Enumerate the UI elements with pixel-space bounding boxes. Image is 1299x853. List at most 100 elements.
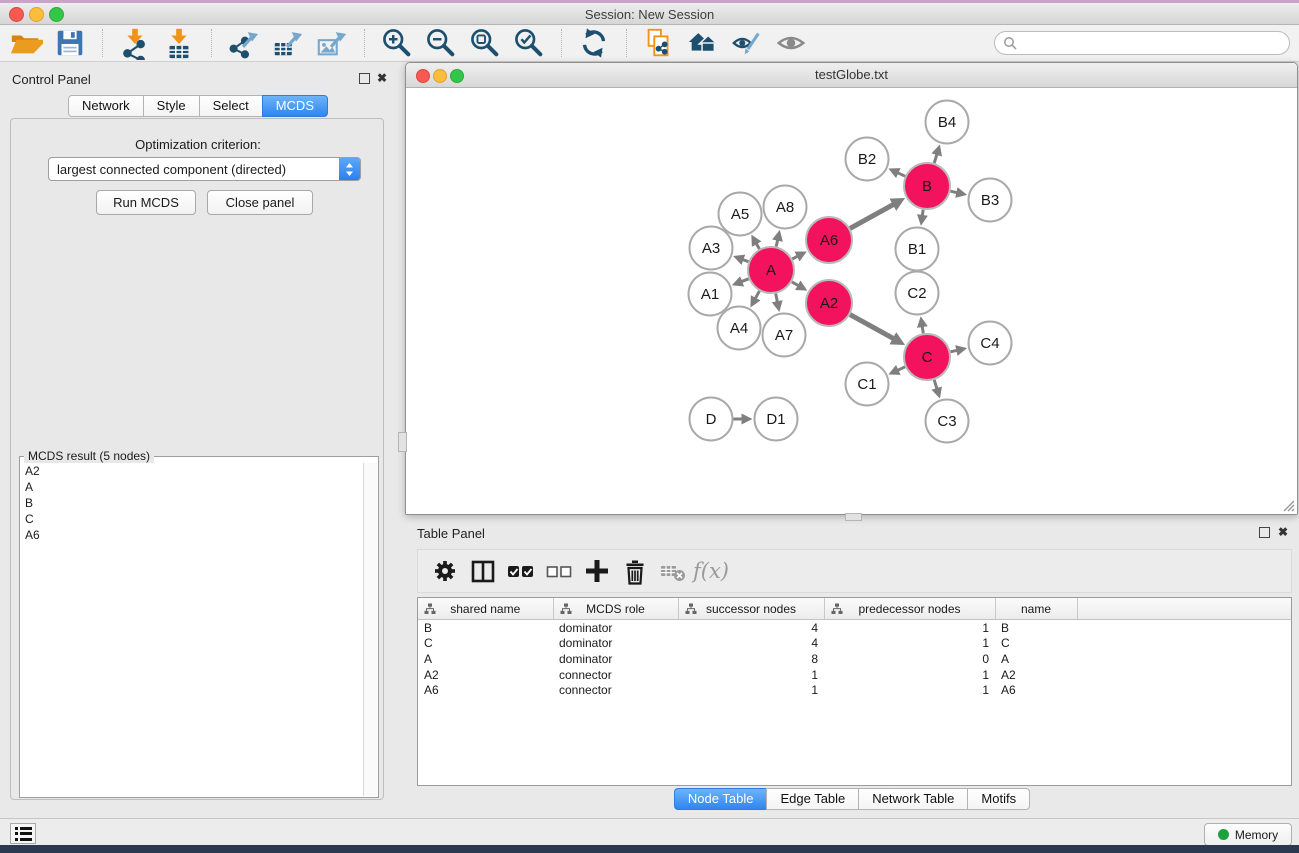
- column-header-successor-nodes[interactable]: successor nodes: [678, 598, 824, 620]
- resize-grip-icon[interactable]: [1281, 498, 1295, 512]
- table-cell: 1: [678, 667, 824, 683]
- table-row[interactable]: A6connector11A6: [418, 682, 1291, 698]
- edge-A-A2[interactable]: [792, 282, 799, 286]
- column-header-name[interactable]: name: [995, 598, 1077, 620]
- run-mcds-button[interactable]: Run MCDS: [96, 190, 196, 215]
- table-row[interactable]: A2connector11A2: [418, 667, 1291, 683]
- edge-C-C2[interactable]: [922, 326, 923, 333]
- edge-C-C1[interactable]: [898, 367, 906, 371]
- tab-style[interactable]: Style: [143, 95, 200, 117]
- window-title: Session: New Session: [0, 7, 1299, 22]
- table-cell: 1: [824, 682, 995, 698]
- mcds-result-list[interactable]: A2ABCA6: [21, 463, 364, 796]
- edge-C-C3[interactable]: [934, 380, 937, 389]
- tab-network[interactable]: Network: [68, 95, 144, 117]
- edge-B-B1[interactable]: [922, 210, 923, 216]
- delete-table-button: [655, 553, 691, 589]
- export-network-button[interactable]: [225, 26, 263, 60]
- edge-C-C4[interactable]: [950, 350, 957, 352]
- import-network-button[interactable]: [116, 26, 154, 60]
- result-item-a6[interactable]: A6: [21, 527, 364, 543]
- close-panel-icon[interactable]: ✖: [377, 71, 387, 85]
- zoom-out-button[interactable]: [422, 26, 460, 60]
- tab-mcds[interactable]: MCDS: [262, 95, 328, 117]
- delete-column-icon: [620, 556, 650, 586]
- clone-network-button[interactable]: [640, 26, 678, 60]
- save-session-button[interactable]: [51, 26, 89, 60]
- edge-B-B4[interactable]: [934, 154, 937, 163]
- table-cell: A6: [418, 682, 553, 698]
- column-header-MCDS-role[interactable]: MCDS role: [553, 598, 678, 620]
- select-all-button[interactable]: [503, 553, 539, 589]
- memory-button[interactable]: Memory: [1204, 823, 1292, 846]
- table-row[interactable]: Adominator80A: [418, 651, 1291, 667]
- zoom-fit-button[interactable]: [466, 26, 504, 60]
- edge-A-A1[interactable]: [741, 279, 749, 282]
- memory-status-icon: [1218, 829, 1229, 840]
- table-close-icon[interactable]: ✖: [1278, 525, 1288, 539]
- column-label: predecessor nodes: [858, 602, 960, 616]
- network-window: testGlobe.txt B4B2BB3A8A5A6A3B1AA1C2A2A4…: [405, 62, 1298, 515]
- deselect-all-button[interactable]: [541, 553, 577, 589]
- split-view-button[interactable]: [465, 553, 501, 589]
- settings-button[interactable]: [427, 553, 463, 589]
- add-column-button[interactable]: [579, 553, 615, 589]
- home-button[interactable]: [684, 26, 722, 60]
- network-canvas[interactable]: B4B2BB3A8A5A6A3B1AA1C2A2A4A7C4CC1C3DD1: [406, 88, 1297, 514]
- search-box[interactable]: [994, 31, 1290, 55]
- tab-network-table[interactable]: Network Table: [858, 788, 968, 810]
- task-history-button[interactable]: [10, 823, 36, 844]
- search-icon: [1003, 36, 1018, 51]
- edge-B-B3[interactable]: [950, 191, 957, 193]
- edge-B-B2[interactable]: [898, 173, 906, 177]
- edge-A-A7[interactable]: [776, 294, 778, 303]
- edge-A-A3[interactable]: [743, 260, 749, 262]
- result-item-a[interactable]: A: [21, 479, 364, 495]
- refresh-button[interactable]: [575, 26, 613, 60]
- zoom-selected-button[interactable]: [510, 26, 548, 60]
- tab-motifs[interactable]: Motifs: [967, 788, 1030, 810]
- edge-A-A8[interactable]: [776, 240, 778, 247]
- export-image-button[interactable]: [313, 26, 351, 60]
- vertical-divider-handle[interactable]: [398, 432, 407, 452]
- table-cell: A2: [418, 667, 553, 683]
- edge-A-A4[interactable]: [755, 291, 759, 299]
- status-bar: Memory: [0, 818, 1299, 846]
- result-scrollbar[interactable]: [363, 463, 377, 796]
- edge-A-A6[interactable]: [792, 256, 798, 259]
- tab-node-table[interactable]: Node Table: [674, 788, 768, 810]
- delete-column-button[interactable]: [617, 553, 653, 589]
- table-cell-filler: [1077, 651, 1291, 667]
- tab-select[interactable]: Select: [199, 95, 263, 117]
- table-row[interactable]: Bdominator41B: [418, 620, 1291, 636]
- float-panel-icon[interactable]: [359, 73, 370, 87]
- node-label-C4: C4: [980, 335, 999, 352]
- hide-eye-button[interactable]: [728, 26, 766, 60]
- column-header-predecessor-nodes[interactable]: predecessor nodes: [824, 598, 995, 620]
- table-row[interactable]: Cdominator41C: [418, 636, 1291, 652]
- edge-A-A5[interactable]: [756, 243, 759, 249]
- criterion-dropdown[interactable]: largest connected component (directed): [48, 157, 361, 181]
- result-item-c[interactable]: C: [21, 511, 364, 527]
- table-float-icon[interactable]: [1259, 527, 1270, 541]
- column-hierarchy-icon: [424, 603, 436, 615]
- edge-A6-B[interactable]: [850, 204, 894, 228]
- export-table-button[interactable]: [269, 26, 307, 60]
- tab-edge-table[interactable]: Edge Table: [766, 788, 859, 810]
- edge-A2-C[interactable]: [850, 315, 894, 339]
- result-item-a2[interactable]: A2: [21, 463, 364, 479]
- search-input[interactable]: [1018, 35, 1262, 51]
- export-table-icon: [271, 26, 305, 60]
- result-item-b[interactable]: B: [21, 495, 364, 511]
- table-cell-filler: [1077, 620, 1291, 636]
- import-table-button[interactable]: [160, 26, 198, 60]
- close-panel-button[interactable]: Close panel: [207, 190, 313, 215]
- control-panel-tabs: NetworkStyleSelectMCDS: [4, 95, 392, 117]
- show-eye-button[interactable]: [772, 26, 810, 60]
- zoom-in-button[interactable]: [378, 26, 416, 60]
- node-table[interactable]: shared name MCDS role successor nodes pr…: [417, 597, 1292, 786]
- open-file-button[interactable]: [7, 26, 45, 60]
- refresh-icon: [577, 26, 611, 60]
- column-header-shared-name[interactable]: shared name: [418, 598, 553, 620]
- table-cell: 1: [824, 620, 995, 636]
